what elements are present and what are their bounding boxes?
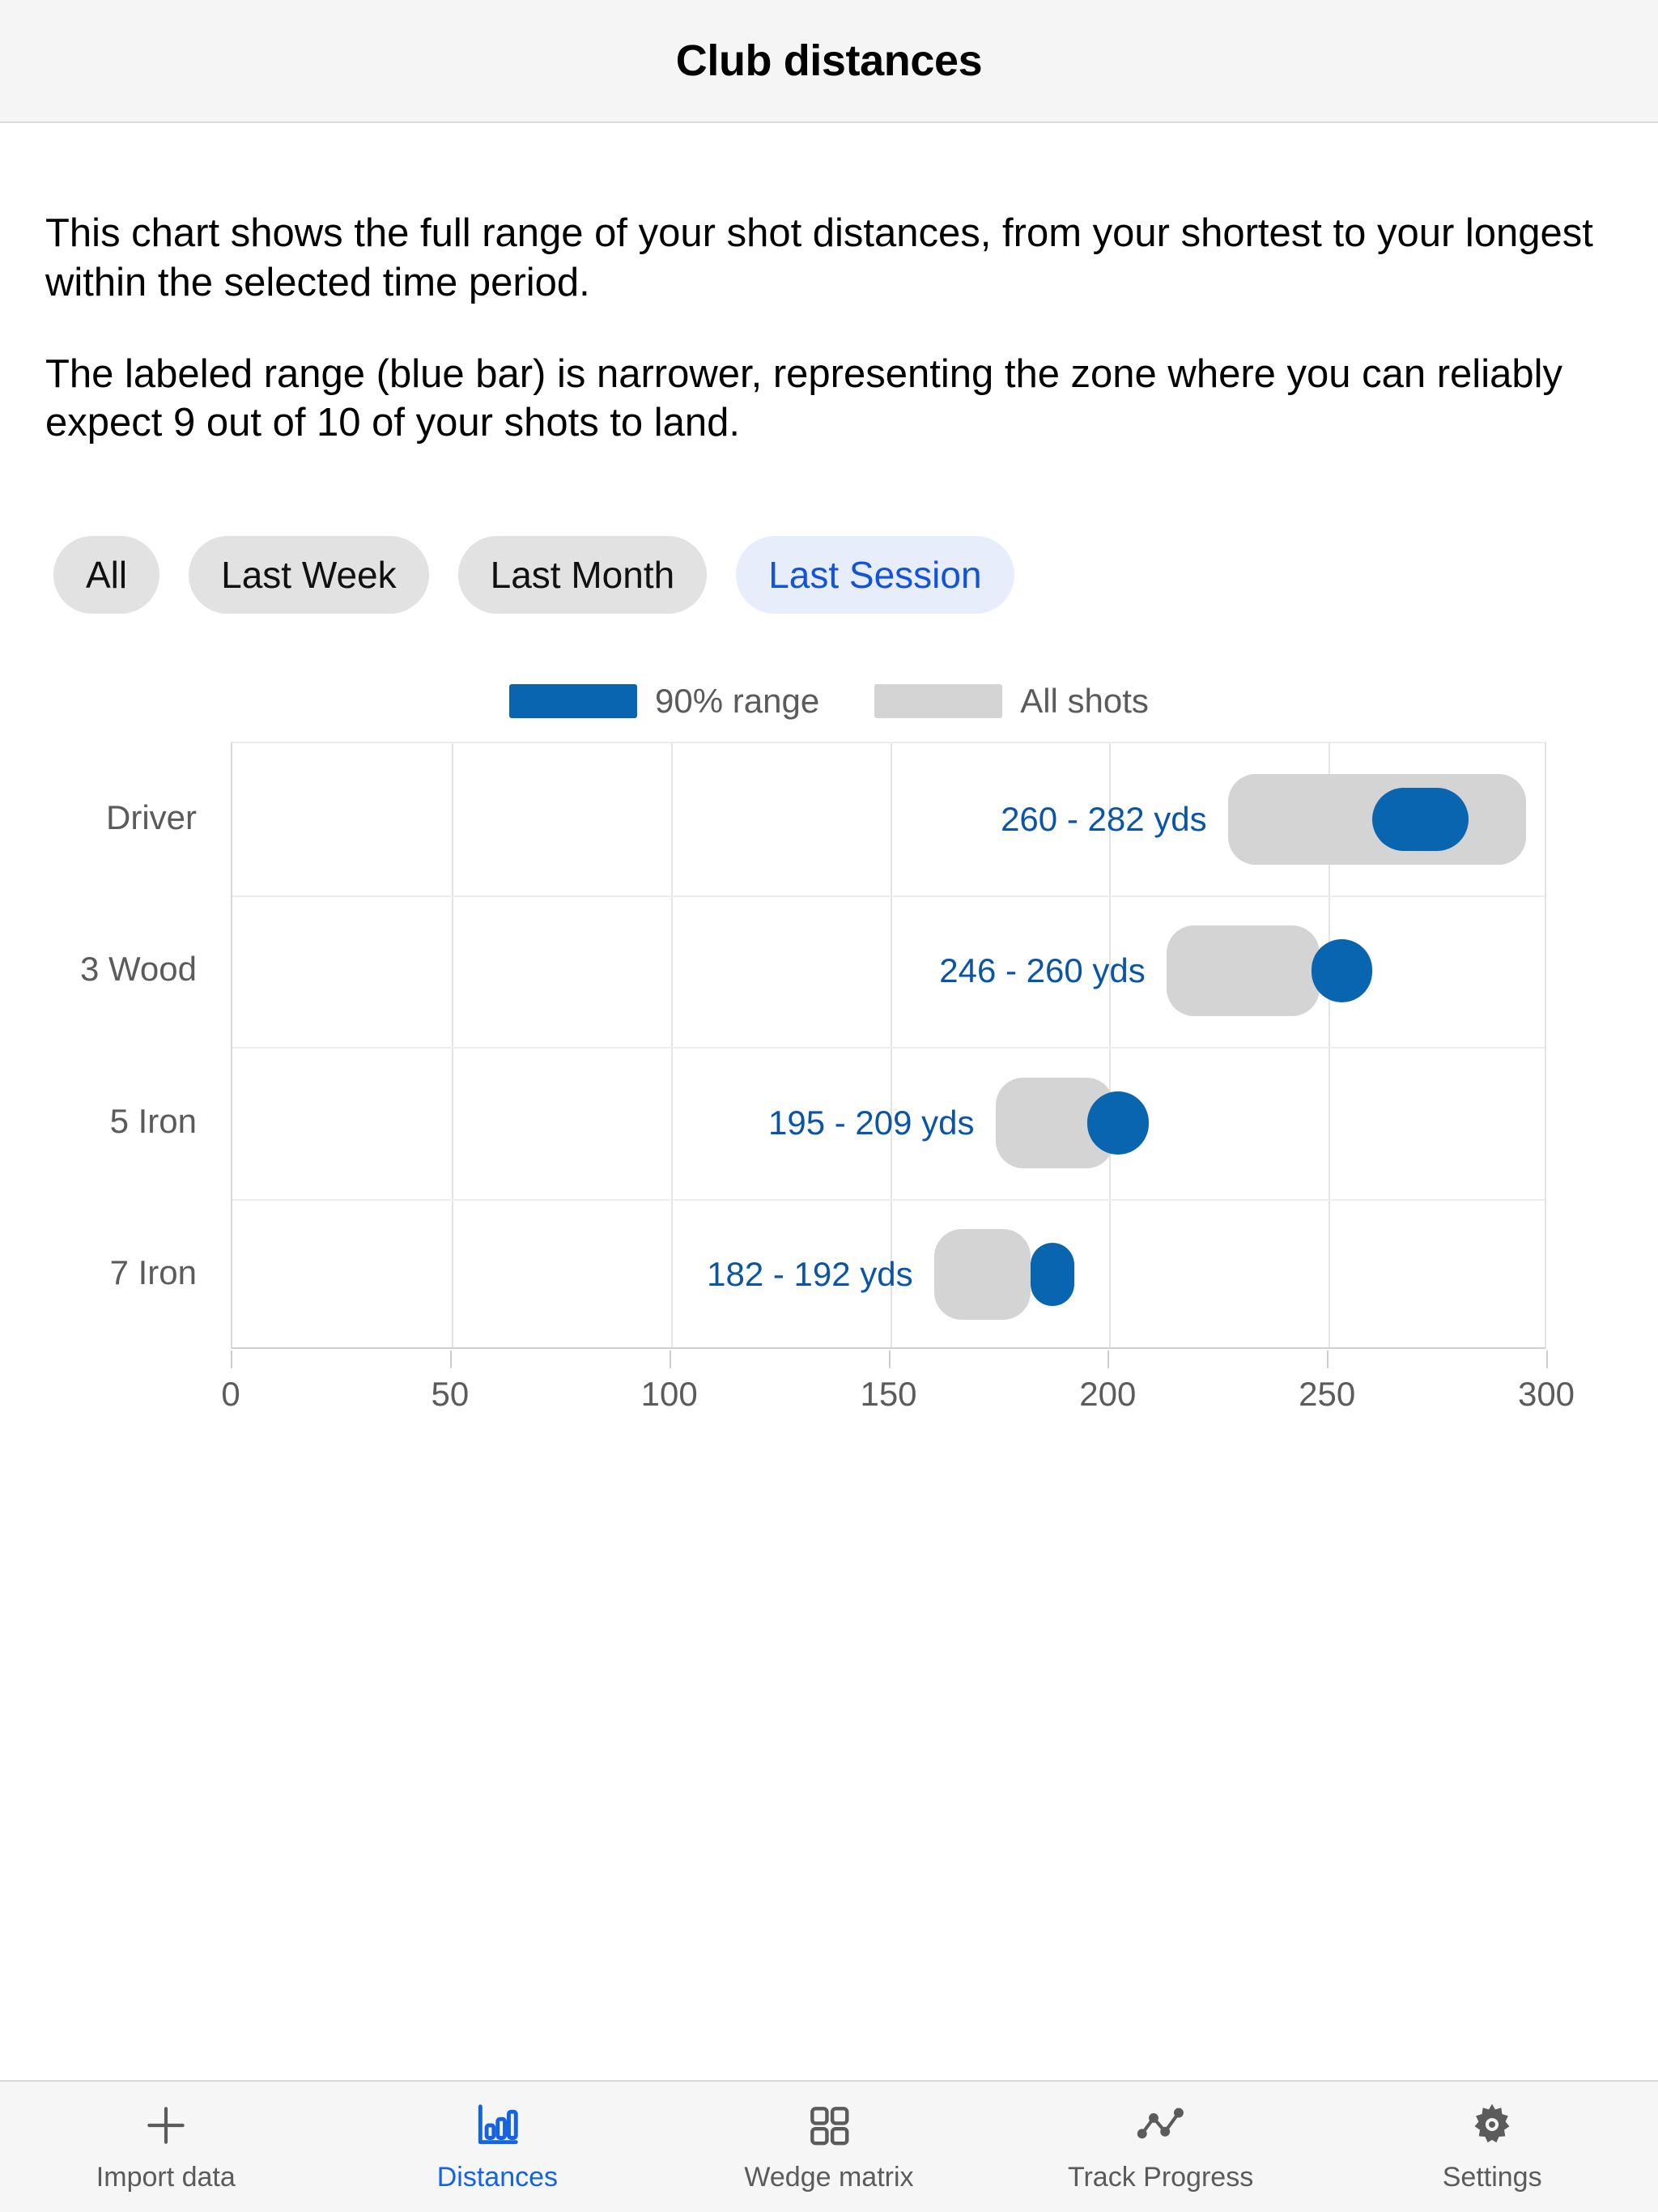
bar-range-label: 182 - 192 yds xyxy=(707,1255,913,1294)
bar-90-percent-range xyxy=(1311,939,1373,1003)
chart-row: 195 - 209 yds xyxy=(232,1047,1545,1199)
chart-x-tick-mark xyxy=(1327,1351,1329,1368)
bar-all-shots xyxy=(933,1229,1031,1321)
chart-x-tick-label: 150 xyxy=(860,1375,917,1413)
chart-x-tick-label: 250 xyxy=(1299,1375,1356,1413)
gear-icon xyxy=(1467,2100,1517,2150)
tab-label-settings: Settings xyxy=(1442,2162,1542,2193)
bar-90-percent-range xyxy=(1372,787,1469,851)
tab-label-wedge-matrix: Wedge matrix xyxy=(744,2162,914,2193)
bottom-navigation: Import data Distances Wedge matrix Track… xyxy=(0,2080,1658,2212)
chart-x-tick-mark xyxy=(888,1351,891,1368)
tab-label-distances: Distances xyxy=(436,2162,559,2193)
chart-x-tick-label: 0 xyxy=(221,1375,240,1413)
bar-all-shots xyxy=(1166,925,1320,1017)
chart-y-tick-label: 7 Iron xyxy=(109,1253,197,1292)
bar-range-label: 246 - 260 yds xyxy=(939,951,1146,990)
bar-range-label: 260 - 282 yds xyxy=(1001,799,1207,838)
bar-range-label: 195 - 209 yds xyxy=(767,1103,975,1142)
line-chart-icon xyxy=(1136,2100,1186,2150)
chart-x-tick-label: 300 xyxy=(1517,1375,1575,1413)
chart-row: 260 - 282 yds xyxy=(232,743,1545,895)
tab-import-data[interactable]: Import data xyxy=(0,2082,332,2212)
tab-track-progress[interactable]: Track Progress xyxy=(995,2082,1327,2212)
chart-x-tick-mark xyxy=(669,1351,671,1368)
legend-item-90-range: 90% range xyxy=(509,682,819,721)
chart-x-axis: 0 50 100 150 200 250 300 xyxy=(221,1351,1575,1413)
time-period-filter: All Last Week Last Month Last Session xyxy=(53,536,1014,614)
intro-paragraph-1: This chart shows the full range of your … xyxy=(45,211,1593,304)
filter-chip-last-session[interactable]: Last Session xyxy=(736,536,1014,614)
chart-x-tick-label: 50 xyxy=(431,1375,470,1413)
page-header: Club distances xyxy=(0,0,1658,123)
intro-paragraph-2: The labeled range (blue bar) is narrower… xyxy=(45,351,1562,445)
tab-distances[interactable]: Distances xyxy=(332,2082,664,2212)
chart-x-tick-label: 200 xyxy=(1079,1375,1137,1413)
legend-swatch-icon-90-range xyxy=(509,684,638,718)
bar-90-percent-range xyxy=(1087,1091,1150,1155)
filter-chip-all[interactable]: All xyxy=(53,536,160,614)
tab-label-track-progress: Track Progress xyxy=(1067,2162,1254,2193)
chart-y-tick-label: 5 Iron xyxy=(109,1101,197,1140)
chart-x-tick-mark xyxy=(1107,1351,1110,1368)
tab-label-import-data: Import data xyxy=(96,2162,236,2193)
app-root: Club distances This chart shows the full… xyxy=(0,0,1658,2212)
chart-y-tick: 3 Wood xyxy=(0,894,215,1046)
chart-plot-area: 260 - 282 yds 246 - 260 yds 195 - 209 yds 1… xyxy=(231,742,1546,1349)
filter-chip-last-week[interactable]: Last Week xyxy=(189,536,429,614)
chart-y-tick-label: Driver xyxy=(106,798,197,836)
chart-y-tick: 5 Iron xyxy=(0,1045,215,1197)
legend-label-90-range: 90% range xyxy=(655,682,820,720)
club-distances-chart: Driver 3 Wood 5 Iron 7 Iron 260 - 282 yds 24… xyxy=(0,742,1658,1413)
chart-x-tick-mark xyxy=(231,1351,232,1368)
filter-chip-last-month[interactable]: Last Month xyxy=(457,536,708,614)
tab-settings[interactable]: Settings xyxy=(1326,2082,1658,2212)
chart-row: 182 - 192 yds xyxy=(232,1199,1545,1351)
legend-swatch-icon-all-shots xyxy=(874,684,1003,718)
intro-text: This chart shows the full range of your … xyxy=(45,209,1616,448)
chart-x-tick-label: 100 xyxy=(640,1375,698,1413)
tab-wedge-matrix[interactable]: Wedge matrix xyxy=(663,2082,995,2212)
chart-y-tick: 7 Iron xyxy=(0,1197,215,1350)
chart-legend: 90% range All shots xyxy=(0,682,1658,721)
chart-x-tick-mark xyxy=(1546,1351,1548,1368)
bar-90-percent-range xyxy=(1030,1243,1074,1307)
chart-y-tick-label: 3 Wood xyxy=(80,950,197,989)
chart-row: 246 - 260 yds xyxy=(232,895,1545,1048)
legend-label-all-shots: All shots xyxy=(1020,682,1149,720)
chart-x-tick-mark xyxy=(449,1351,452,1368)
grid-icon xyxy=(804,2100,854,2150)
plus-icon xyxy=(141,2100,191,2150)
page-title: Club distances xyxy=(675,36,983,85)
legend-item-all-shots: All shots xyxy=(874,682,1149,721)
bar-chart-icon xyxy=(472,2100,522,2150)
chart-y-tick: Driver xyxy=(0,742,215,894)
